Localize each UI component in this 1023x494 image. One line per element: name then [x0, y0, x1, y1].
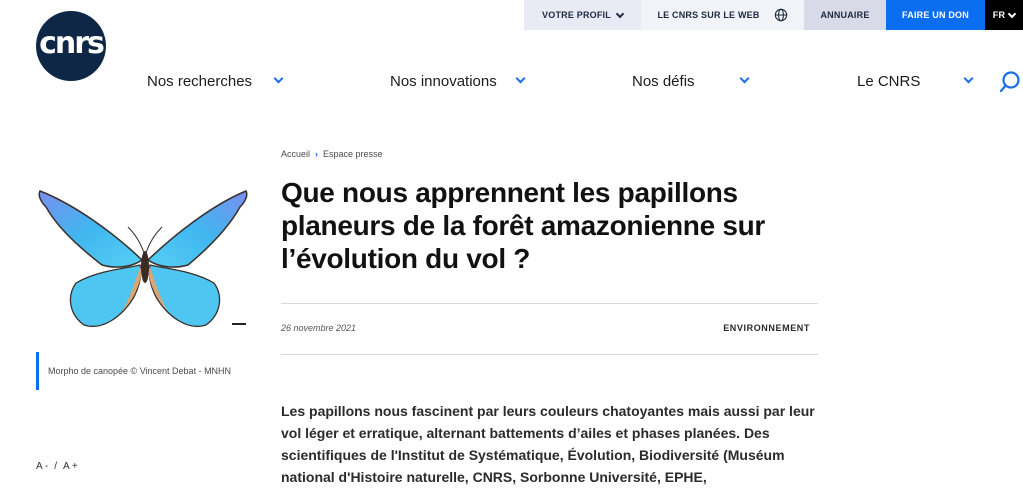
- chevron-down-icon[interactable]: [739, 73, 750, 84]
- chevron-down-icon[interactable]: [963, 73, 974, 84]
- category-tag[interactable]: ENVIRONNEMENT: [700, 323, 810, 333]
- image-caption: Morpho de canopée © Vincent Debat - MNHN: [36, 352, 266, 390]
- nav-item-defis[interactable]: Nos défis: [632, 70, 695, 92]
- nav-item-innovations[interactable]: Nos innovations: [390, 70, 497, 92]
- search-icon[interactable]: [999, 70, 1023, 94]
- breadcrumb-home-link[interactable]: Accueil: [281, 149, 310, 159]
- font-size-controls: A - / A +: [36, 461, 78, 472]
- profile-menu-button[interactable]: VOTRE PROFIL: [524, 0, 641, 30]
- globe-icon: [774, 8, 787, 22]
- donate-button[interactable]: FAIRE UN DON: [886, 0, 985, 30]
- chevron-down-icon: [1007, 9, 1017, 18]
- image-caption-text: Morpho de canopée © Vincent Debat - MNHN: [48, 366, 232, 376]
- cnrs-web-button[interactable]: LE CNRS SUR LE WEB: [641, 0, 804, 30]
- font-decrease-button[interactable]: A -: [36, 461, 48, 472]
- publication-date: 26 novembre 2021: [281, 323, 357, 333]
- chevron-right-icon: ›: [315, 149, 319, 159]
- nav-item-recherches[interactable]: Nos recherches: [147, 70, 252, 92]
- profile-menu-label: VOTRE PROFIL: [542, 10, 611, 20]
- chevron-down-icon: [615, 9, 625, 18]
- language-selector[interactable]: FR: [985, 0, 1023, 30]
- divider: [281, 354, 818, 355]
- page-title: Que nous apprennent les papillons planeu…: [281, 177, 765, 274]
- chevron-down-icon[interactable]: [273, 73, 284, 84]
- cnrs-web-label: LE CNRS SUR LE WEB: [657, 10, 760, 20]
- article-intro: Les papillons nous fascinent par leurs c…: [281, 403, 815, 485]
- annuaire-link[interactable]: ANNUAIRE: [804, 0, 886, 30]
- language-label: FR: [992, 10, 1006, 20]
- divider: [281, 303, 818, 304]
- font-size-separator: /: [54, 461, 58, 472]
- breadcrumb: Accueil › Espace presse: [281, 149, 383, 159]
- butterfly-image: [38, 190, 248, 327]
- breadcrumb-section-link[interactable]: Espace presse: [323, 149, 383, 159]
- font-increase-button[interactable]: A +: [63, 461, 78, 472]
- cnrs-logo[interactable]: cnrs: [36, 11, 106, 81]
- logo-text: cnrs: [39, 25, 105, 61]
- utility-bar: VOTRE PROFIL LE CNRS SUR LE WEB ANNUAIRE…: [524, 0, 1023, 30]
- chevron-down-icon[interactable]: [515, 73, 526, 84]
- nav-item-le-cnrs[interactable]: Le CNRS: [857, 70, 920, 92]
